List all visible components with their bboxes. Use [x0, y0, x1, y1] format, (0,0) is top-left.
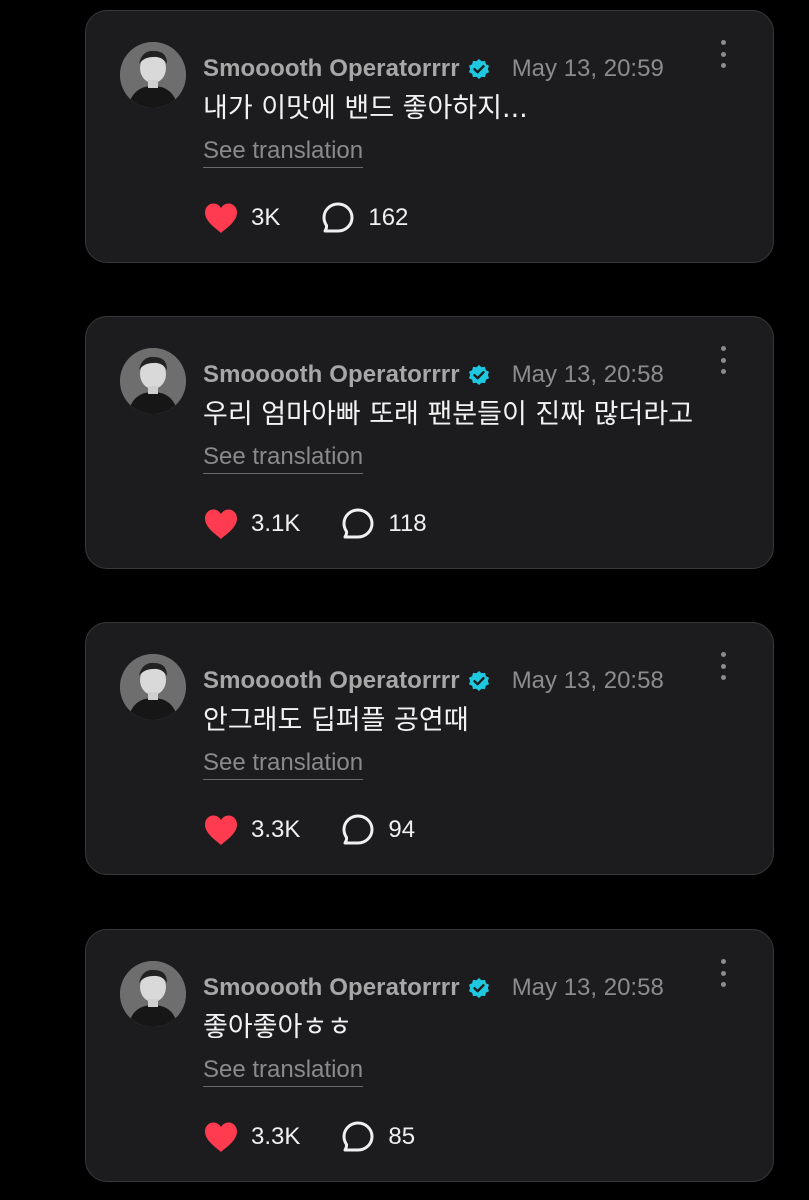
- post-actions: 3.3K 85: [203, 1120, 415, 1154]
- heart-icon: [203, 1120, 239, 1154]
- more-vertical-icon[interactable]: [711, 346, 735, 374]
- more-vertical-icon[interactable]: [711, 40, 735, 68]
- username[interactable]: Smooooth Operatorrrr: [203, 667, 460, 695]
- like-button[interactable]: 3.1K: [203, 507, 300, 541]
- reply-button[interactable]: 118: [340, 507, 427, 541]
- like-count: 3.1K: [251, 510, 301, 537]
- reply-button[interactable]: 162: [320, 201, 408, 235]
- verified-badge-icon: [467, 976, 491, 1000]
- username[interactable]: Smooooth Operatorrrr: [203, 974, 460, 1002]
- post-timestamp: May 13, 20:58: [511, 667, 664, 694]
- post-card[interactable]: Smooooth Operatorrrr May 13, 20:58 우리 엄마…: [85, 316, 774, 569]
- like-button[interactable]: 3.3K: [203, 1120, 300, 1154]
- reply-bubble-icon: [340, 507, 376, 541]
- post-text: 우리 엄마아빠 또래 팬분들이 진짜 많더라고: [203, 399, 694, 430]
- like-button[interactable]: 3.3K: [203, 813, 300, 847]
- verified-badge-icon: [467, 57, 491, 81]
- reply-count: 162: [368, 204, 409, 231]
- like-count: 3.3K: [251, 816, 301, 843]
- avatar[interactable]: [120, 961, 186, 1027]
- post-header: Smooooth Operatorrrr May 13, 20:58: [203, 970, 753, 1006]
- post-actions: 3K 162: [203, 201, 408, 235]
- post-timestamp: May 13, 20:58: [511, 974, 664, 1001]
- like-count: 3.3K: [251, 1123, 301, 1150]
- post-header: Smooooth Operatorrrr May 13, 20:58: [203, 357, 753, 393]
- see-translation-link[interactable]: See translation: [203, 443, 364, 474]
- username[interactable]: Smooooth Operatorrrr: [203, 361, 460, 389]
- post-text: 좋아좋아ㅎㅎ: [203, 1012, 353, 1043]
- like-count: 3K: [251, 204, 281, 231]
- avatar[interactable]: [120, 42, 186, 108]
- reply-bubble-icon: [340, 813, 376, 847]
- avatar[interactable]: [120, 348, 186, 414]
- post-actions: 3.1K 118: [203, 507, 427, 541]
- verified-badge-icon: [467, 363, 491, 387]
- reply-count: 94: [388, 816, 416, 843]
- post-text: 내가 이맛에 밴드 좋아하지...: [203, 93, 528, 124]
- more-vertical-icon[interactable]: [711, 959, 735, 987]
- heart-icon: [203, 813, 239, 847]
- heart-icon: [203, 201, 239, 235]
- post-card[interactable]: Smooooth Operatorrrr May 13, 20:58 안그래도 …: [85, 622, 774, 875]
- see-translation-link[interactable]: See translation: [203, 137, 364, 168]
- like-button[interactable]: 3K: [203, 201, 280, 235]
- reply-bubble-icon: [320, 201, 356, 235]
- post-header: Smooooth Operatorrrr May 13, 20:59: [203, 51, 753, 87]
- post-feed: Smooooth Operatorrrr May 13, 20:59 내가 이맛…: [0, 0, 809, 1200]
- avatar[interactable]: [120, 654, 186, 720]
- reply-bubble-icon: [340, 1120, 376, 1154]
- username[interactable]: Smooooth Operatorrrr: [203, 55, 460, 83]
- reply-button[interactable]: 85: [340, 1120, 415, 1154]
- heart-icon: [203, 507, 239, 541]
- post-card[interactable]: Smooooth Operatorrrr May 13, 20:59 내가 이맛…: [85, 10, 774, 263]
- post-timestamp: May 13, 20:59: [511, 55, 664, 82]
- post-text: 안그래도 딥퍼플 공연때: [203, 705, 469, 736]
- post-header: Smooooth Operatorrrr May 13, 20:58: [203, 663, 753, 699]
- reply-button[interactable]: 94: [340, 813, 415, 847]
- post-actions: 3.3K 94: [203, 813, 415, 847]
- reply-count: 85: [388, 1123, 416, 1150]
- see-translation-link[interactable]: See translation: [203, 749, 364, 780]
- post-timestamp: May 13, 20:58: [511, 361, 664, 388]
- post-card[interactable]: Smooooth Operatorrrr May 13, 20:58 좋아좋아ㅎ…: [85, 929, 774, 1182]
- reply-count: 118: [388, 510, 427, 537]
- verified-badge-icon: [467, 669, 491, 693]
- more-vertical-icon[interactable]: [711, 652, 735, 680]
- see-translation-link[interactable]: See translation: [203, 1056, 364, 1087]
